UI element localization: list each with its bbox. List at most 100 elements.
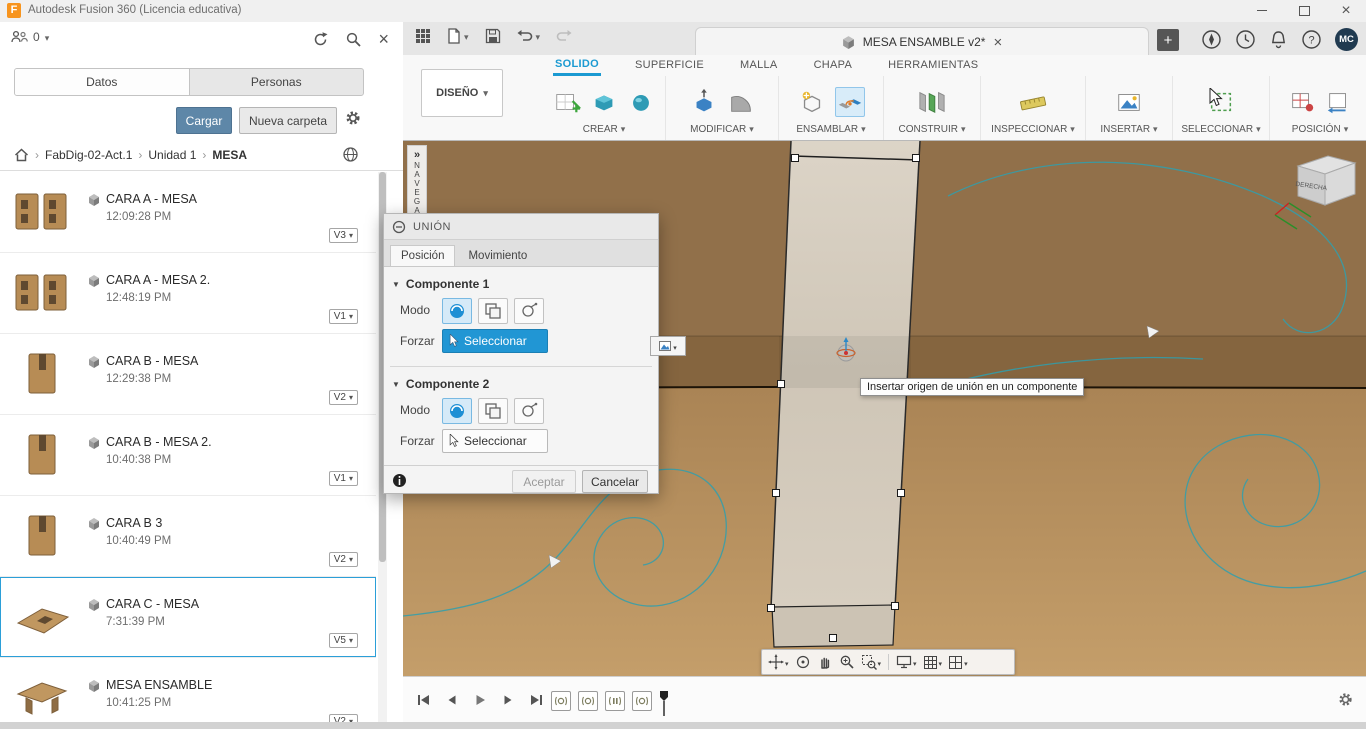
- help-icon[interactable]: ?: [1301, 29, 1322, 50]
- tab-personas[interactable]: Personas: [190, 69, 364, 95]
- collapse-dialog-icon[interactable]: [392, 220, 406, 234]
- dialog-header[interactable]: UNIÓN: [384, 214, 658, 240]
- app-grid-icon[interactable]: [415, 28, 431, 44]
- snapshot-mini-toolbar[interactable]: [650, 336, 686, 356]
- zoom-window-button[interactable]: [859, 653, 884, 671]
- version-dropdown[interactable]: V1: [328, 309, 358, 324]
- construction-plane-icon[interactable]: [917, 88, 947, 116]
- section-componente-1[interactable]: Componente 1: [392, 277, 489, 291]
- tab-herramientas[interactable]: HERRAMIENTAS: [886, 57, 980, 74]
- list-item[interactable]: CARA B 3 10:40:49 PM V2: [0, 496, 376, 577]
- section-componente-2[interactable]: Componente 2: [392, 377, 489, 391]
- list-item[interactable]: MESA ENSAMBLE 10:41:25 PM V2: [0, 658, 376, 722]
- online-users-control[interactable]: 0: [10, 30, 49, 44]
- pan-tool-button[interactable]: [766, 653, 791, 671]
- group-label-seleccionar[interactable]: SELECCIONAR: [1181, 124, 1260, 135]
- account-avatar[interactable]: MC: [1335, 28, 1358, 51]
- display-settings-button[interactable]: [894, 654, 919, 670]
- timeline-joint-item[interactable]: [632, 691, 652, 711]
- save-icon[interactable]: [485, 28, 501, 44]
- fillet-icon[interactable]: [727, 88, 755, 116]
- tab-superficie[interactable]: SUPERFICIE: [633, 57, 706, 74]
- step-forward-button[interactable]: [497, 689, 519, 711]
- list-item[interactable]: CARA A - MESA 12:09:28 PM V3: [0, 172, 376, 253]
- measure-ruler-icon[interactable]: [1018, 88, 1048, 116]
- job-status-icon[interactable]: [1235, 29, 1256, 50]
- breadcrumb-project[interactable]: FabDig-02-Act.1: [45, 148, 132, 162]
- group-label-ensamblar[interactable]: ENSAMBLAR: [796, 124, 865, 135]
- grid-snap-button[interactable]: [921, 654, 945, 671]
- expand-browser-icon[interactable]: [414, 147, 420, 161]
- timeline-joint-item[interactable]: [578, 691, 598, 711]
- close-window-button[interactable]: [1326, 0, 1366, 21]
- timeline-settings-gear-icon[interactable]: [1337, 691, 1354, 708]
- minimize-button[interactable]: [1242, 0, 1282, 21]
- list-item-selected[interactable]: CARA C - MESA 7:31:39 PM V5: [0, 577, 376, 658]
- play-button[interactable]: [469, 689, 491, 711]
- version-dropdown[interactable]: V2: [328, 552, 358, 567]
- group-label-modificar[interactable]: MODIFICAR: [690, 124, 754, 135]
- list-item[interactable]: CARA B - MESA 2. 10:40:38 PM V1: [0, 415, 376, 496]
- redo-icon-disabled[interactable]: [556, 29, 572, 43]
- search-icon[interactable]: [345, 31, 362, 48]
- refresh-icon[interactable]: [312, 31, 329, 48]
- dialog-tab-movimiento[interactable]: Movimiento: [457, 245, 538, 266]
- file-menu-button[interactable]: [447, 28, 469, 44]
- capture-position-icon[interactable]: [1288, 88, 1316, 116]
- workspace-selector[interactable]: DISEÑO: [421, 69, 503, 117]
- step-back-button[interactable]: [441, 689, 463, 711]
- insert-image-icon[interactable]: [1115, 88, 1143, 116]
- document-tab-active[interactable]: MESA ENSAMBLE v2*: [695, 27, 1149, 56]
- go-to-end-button[interactable]: [525, 689, 547, 711]
- info-icon[interactable]: [392, 473, 407, 488]
- timeline-position-marker[interactable]: [659, 691, 669, 717]
- create-sketch-icon[interactable]: [553, 88, 581, 116]
- new-folder-button[interactable]: Nueva carpeta: [239, 107, 337, 134]
- version-dropdown[interactable]: V1: [328, 471, 358, 486]
- revolve-sphere-icon[interactable]: [627, 88, 655, 116]
- press-pull-icon[interactable]: [690, 88, 718, 116]
- globe-icon[interactable]: [342, 146, 359, 163]
- mode-joint-origin-button[interactable]: [514, 398, 544, 424]
- tab-solido[interactable]: SOLIDO: [553, 56, 601, 76]
- orbit-tool-button[interactable]: [793, 653, 813, 671]
- select-component1-button[interactable]: Seleccionar: [442, 329, 548, 353]
- group-label-insertar[interactable]: INSERTAR: [1100, 124, 1157, 135]
- maximize-button[interactable]: [1284, 0, 1324, 21]
- revert-position-icon[interactable]: [1325, 88, 1353, 116]
- hand-tool-button[interactable]: [815, 653, 835, 671]
- close-tab-icon[interactable]: [993, 35, 1002, 50]
- dialog-tab-posicion[interactable]: Posición: [390, 245, 456, 266]
- mode-between-faces-button[interactable]: [478, 298, 508, 324]
- mode-between-faces-button[interactable]: [478, 398, 508, 424]
- group-label-construir[interactable]: CONSTRUIR: [899, 124, 966, 135]
- new-tab-button[interactable]: [1157, 29, 1179, 51]
- mode-joint-origin-button[interactable]: [514, 298, 544, 324]
- undo-button[interactable]: [517, 29, 541, 43]
- accept-button[interactable]: Aceptar: [512, 470, 576, 493]
- breadcrumb-folder[interactable]: Unidad 1: [148, 148, 196, 162]
- notifications-bell-icon[interactable]: [1269, 29, 1288, 50]
- version-dropdown[interactable]: V5: [328, 633, 358, 648]
- home-icon[interactable]: [14, 148, 29, 162]
- go-to-start-button[interactable]: [413, 689, 435, 711]
- group-label-crear[interactable]: CREAR: [583, 124, 626, 135]
- extrude-icon[interactable]: [590, 88, 618, 116]
- list-item[interactable]: CARA A - MESA 2. 12:48:19 PM V1: [0, 253, 376, 334]
- tab-malla[interactable]: MALLA: [738, 57, 780, 74]
- joint-tool-active[interactable]: [834, 86, 865, 117]
- timeline-slider-joint-item[interactable]: [605, 691, 625, 711]
- version-dropdown[interactable]: V2: [328, 390, 358, 405]
- close-panel-icon[interactable]: [378, 30, 389, 48]
- group-label-inspeccionar[interactable]: INSPECCIONAR: [991, 124, 1075, 135]
- extensions-compass-icon[interactable]: [1201, 29, 1222, 50]
- cancel-button[interactable]: Cancelar: [582, 470, 648, 493]
- group-label-posicion[interactable]: POSICIÓN: [1292, 124, 1348, 135]
- timeline-joint-item[interactable]: [551, 691, 571, 711]
- upload-button[interactable]: Cargar: [176, 107, 232, 134]
- select-component2-button[interactable]: Seleccionar: [442, 429, 548, 453]
- list-item[interactable]: CARA B - MESA 12:29:38 PM V2: [0, 334, 376, 415]
- version-dropdown[interactable]: V3: [328, 228, 358, 243]
- version-dropdown[interactable]: V2: [328, 714, 358, 722]
- zoom-tool-button[interactable]: [837, 653, 857, 671]
